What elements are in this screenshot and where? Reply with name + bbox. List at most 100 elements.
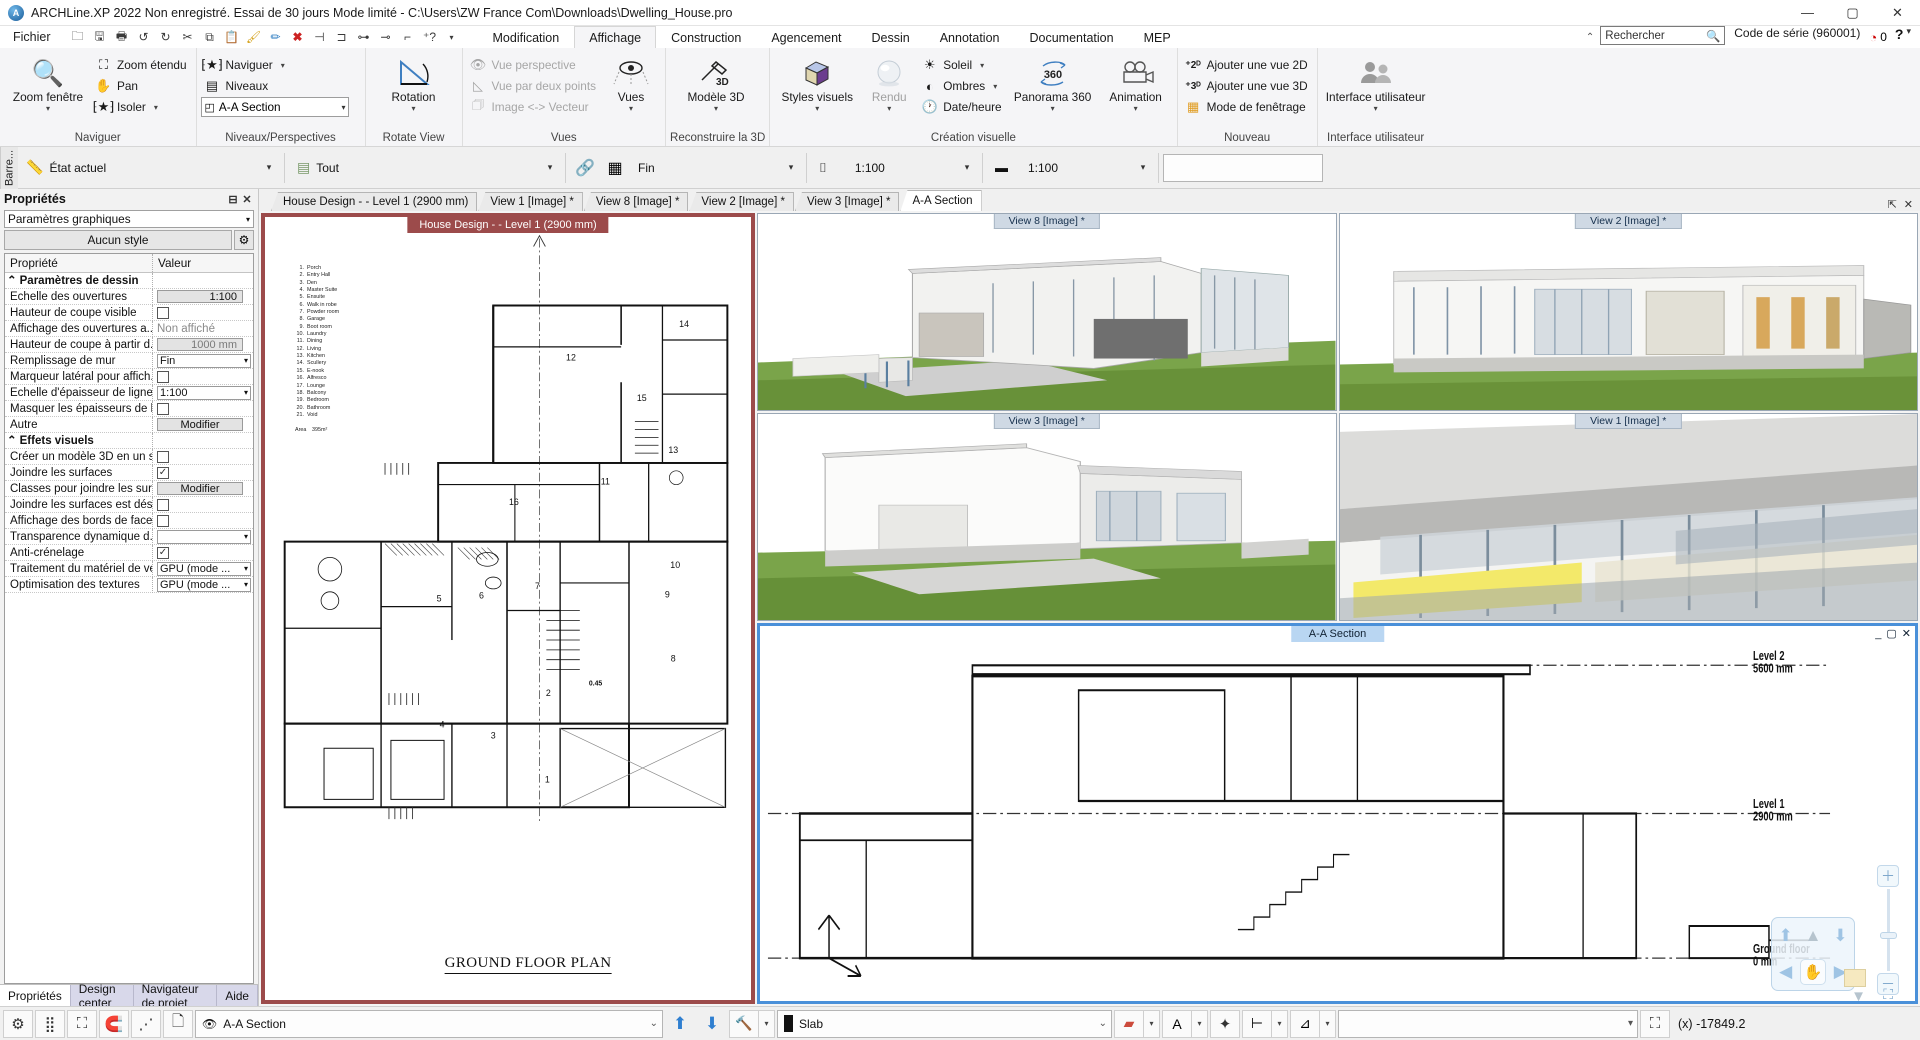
tab-navigateur-projet[interactable]: Navigateur de projet — [134, 985, 218, 1006]
layers-caret-icon[interactable]: ▾ — [1144, 1010, 1160, 1038]
current-state-caret-icon[interactable]: ▾ — [258, 155, 280, 181]
pen-icon[interactable]: ✏ — [266, 27, 286, 47]
zoom-etendu-button[interactable]: ⛶ Zoom étendu — [92, 55, 192, 75]
current-state-field[interactable]: 📏 État actuel — [18, 155, 258, 181]
zoom-slider-thumb[interactable] — [1880, 932, 1897, 939]
soleil-caret-icon[interactable]: ▾ — [980, 61, 984, 70]
help-plus-icon[interactable]: ⁺? — [420, 27, 440, 47]
table-row-echelle-epaisseur-ligne[interactable]: Echelle d'épaisseur de ligne 1:100▾ — [5, 385, 253, 401]
panorama-360-button[interactable]: 360 Panorama 360 ▾ — [1007, 53, 1099, 113]
hammer-3d-caret-icon[interactable]: ▾ — [759, 1010, 775, 1038]
ajouter-vue-3d-button[interactable]: ⁺3ᴰ Ajouter une vue 3D — [1182, 76, 1313, 96]
vues-caret[interactable]: ▾ — [629, 104, 633, 113]
navigation-gizmo[interactable]: ⬆ ▲ ⬇ ◀ ✋ ▶ — [1771, 917, 1855, 991]
minimize-icon[interactable]: _ — [1875, 628, 1881, 640]
nav-up-arrow-icon[interactable]: ⬆ — [1779, 926, 1793, 946]
no-style-button[interactable]: Aucun style — [4, 230, 232, 250]
tab-aide[interactable]: Aide — [217, 985, 258, 1006]
chevron-down-icon[interactable]: ▾ — [244, 580, 248, 589]
checkbox[interactable]: ✓ — [157, 467, 169, 479]
minimize-button[interactable]: — — [1785, 0, 1830, 26]
isoler-button[interactable]: ⁅★⁆ Isoler ▾ — [92, 97, 192, 117]
cut-icon[interactable]: ✂ — [178, 27, 198, 47]
checkbox[interactable] — [157, 451, 169, 463]
table-row-transparence-dynamique[interactable]: Transparence dynamique d... ▾ — [5, 529, 253, 545]
restore-icon[interactable]: ⇱ — [1888, 198, 1897, 211]
table-row-echelle-ouvertures[interactable]: Echelle des ouvertures 1:100 — [5, 289, 253, 305]
value-combo[interactable]: Fin▾ — [157, 354, 251, 368]
collapse-chevron-icon[interactable]: ⌃ — [7, 273, 17, 289]
chevron-down-icon[interactable]: ▾ — [244, 532, 248, 541]
paint-brush-icon[interactable]: 🖌 — [244, 27, 264, 47]
tab-design-center[interactable]: Design center — [71, 985, 134, 1006]
styles-visuels-button[interactable]: Styles visuels ▾ — [774, 53, 860, 113]
table-row-remplissage-mur[interactable]: Remplissage de mur Fin▾ — [5, 353, 253, 369]
checkbox[interactable] — [157, 403, 169, 415]
view-selector-combo[interactable]: 👁 A-A Section ⌄ — [195, 1010, 663, 1038]
print-icon[interactable]: 🖶 — [112, 27, 132, 47]
toolbar-extra-field[interactable] — [1163, 154, 1323, 182]
animation-caret[interactable]: ▾ — [1134, 104, 1138, 113]
table-row-group-effets-visuels[interactable]: ⌃Effets visuels — [5, 433, 253, 449]
redo-icon[interactable]: ↻ — [156, 27, 176, 47]
settings-gear-icon[interactable]: ⚙ — [3, 1010, 33, 1038]
maximize-icon[interactable]: ▢ — [1886, 627, 1896, 640]
measure-caret-icon[interactable]: ▾ — [1320, 1010, 1336, 1038]
interface-utilisateur-caret[interactable]: ▾ — [1374, 104, 1378, 113]
date-heure-button[interactable]: 🕐 Date/heure — [918, 97, 1006, 117]
grid-icon[interactable]: ▦ — [600, 153, 630, 183]
rendu-caret[interactable]: ▾ — [887, 104, 891, 113]
link-icon[interactable]: 🔗 — [570, 153, 600, 183]
scale-caret-2-icon[interactable]: ▾ — [1132, 155, 1154, 181]
dimension-icon[interactable]: ⊢ — [1242, 1010, 1272, 1038]
nav-down-arrow-icon[interactable]: ⬇ — [1833, 926, 1847, 946]
zoom-fenetre-button[interactable]: 🔍 Zoom fenêtre ▾ — [4, 53, 92, 113]
snap-point-icon[interactable]: ✦ — [1210, 1010, 1240, 1038]
viewport-view-2[interactable]: View 2 [Image] * — [1339, 213, 1919, 411]
graphic-params-combo[interactable]: Paramètres graphiques ▾ — [4, 210, 254, 228]
home-view-icon[interactable] — [1844, 969, 1866, 987]
chevron-down-icon[interactable]: ▾ — [244, 356, 248, 365]
measure-icon[interactable]: ⊿ — [1290, 1010, 1320, 1038]
value-combo[interactable]: GPU (mode ...▾ — [157, 562, 251, 576]
trim-icon[interactable]: ⊸ — [376, 27, 396, 47]
table-row-materiel-vertex[interactable]: Traitement du matériel de vertex GPU (mo… — [5, 561, 253, 577]
fit-view-icon[interactable]: ⛶ — [1883, 986, 1893, 1003]
nav-hand-icon[interactable]: ✋ — [1800, 959, 1826, 985]
table-row-group-drawing-params[interactable]: ⌃Paramètres de dessin — [5, 273, 253, 289]
layers-stack-icon[interactable]: ▰ — [1114, 1010, 1144, 1038]
value-combo[interactable]: 1:100▾ — [157, 386, 251, 400]
isoler-caret-icon[interactable]: ▾ — [154, 103, 158, 112]
hammer-3d-icon[interactable]: 🔨 — [729, 1010, 759, 1038]
chevron-down-icon[interactable]: ▾ — [1622, 1018, 1633, 1029]
qat-caret-icon[interactable]: ▾ — [442, 27, 462, 47]
layer-all-caret-icon[interactable]: ▾ — [539, 155, 561, 181]
zoom-slider[interactable]: ＋ － — [1875, 865, 1901, 995]
move-down-button[interactable]: ⬇ — [697, 1010, 727, 1038]
copy-icon[interactable]: ⧉ — [200, 27, 220, 47]
bounding-box-icon[interactable]: ⛶ — [67, 1010, 97, 1038]
viewport-floor-plan[interactable]: House Design - - Level 1 (2900 mm) — [261, 213, 755, 1004]
layer-all-field[interactable]: ▤ Tout — [289, 155, 539, 181]
zoom-fenetre-caret[interactable]: ▾ — [46, 104, 50, 113]
image-vecteur-button[interactable]: 🗇 Image <-> Vecteur — [467, 97, 602, 117]
font-caret-icon[interactable]: ▾ — [1192, 1010, 1208, 1038]
modify-button[interactable]: Modifier — [157, 482, 243, 495]
folder-open-icon[interactable]: 🗀 — [68, 27, 88, 47]
table-row-joindre-surfaces[interactable]: Joindre les surfaces ✓ — [5, 465, 253, 481]
checkbox[interactable]: ✓ — [157, 547, 169, 559]
doc-tab-view-3[interactable]: View 3 [Image] * — [795, 192, 900, 211]
tab-annotation[interactable]: Annotation — [925, 26, 1015, 48]
viewport-view-3[interactable]: View 3 [Image] * — [757, 413, 1337, 621]
layer-selector-combo[interactable]: Slab ⌄ — [777, 1010, 1112, 1038]
chevron-down-icon[interactable]: ⌄ — [644, 1018, 658, 1029]
zoom-in-button[interactable]: ＋ — [1877, 865, 1899, 887]
tab-mep[interactable]: MEP — [1129, 26, 1186, 48]
animation-button[interactable]: Animation ▾ — [1099, 53, 1173, 113]
tab-proprietes[interactable]: Propriétés — [0, 985, 71, 1006]
close-button[interactable]: ✕ — [1875, 0, 1920, 26]
end-snap-caret-icon[interactable]: ▾ — [780, 155, 802, 181]
close-icon[interactable]: ✕ — [1902, 627, 1911, 640]
mode-fenetrage-button[interactable]: ▦ Mode de fenêtrage — [1182, 97, 1313, 117]
save-icon[interactable]: 🖫 — [90, 27, 110, 47]
